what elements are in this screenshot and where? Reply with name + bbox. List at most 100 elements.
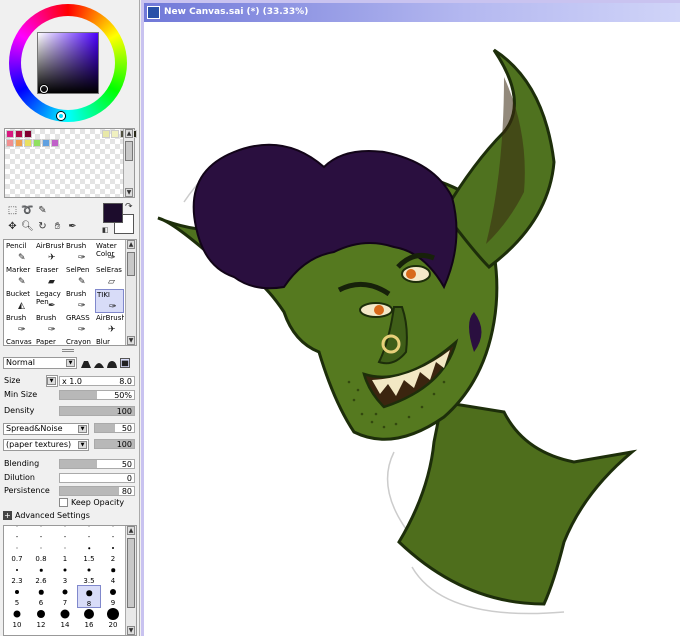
lasso-icon[interactable]: ➰ [21,204,34,217]
size-preset[interactable]: - [53,526,77,542]
saturation-value-box[interactable] [37,32,99,94]
brush-shape-square-icon[interactable] [120,358,130,368]
rotate-icon[interactable]: ↻ [36,220,49,233]
size-preset[interactable]: 5 [5,585,29,608]
color-swatch[interactable] [111,130,119,138]
reset-colors-icon[interactable]: ◧ [102,226,109,234]
tool-eraser[interactable]: Eraser ▰ [35,265,64,289]
scroll-thumb[interactable] [127,538,135,608]
tool-brush[interactable]: Brush ✑ [65,241,94,265]
size-preset[interactable]: 10 [5,607,29,630]
keep-opacity-checkbox[interactable] [59,498,68,507]
scroll-down-icon[interactable]: ▼ [127,336,135,345]
size-preset[interactable]: 8 [77,585,101,608]
eyedropper-icon[interactable]: ✒ [66,220,79,233]
tool-paper[interactable]: Paper✑ [35,337,64,345]
scroll-thumb[interactable] [127,252,135,276]
tool-grass[interactable]: GRASS ✑ [65,313,94,337]
scroll-up-icon[interactable]: ▲ [127,240,135,249]
scroll-up-icon[interactable]: ▲ [125,129,133,138]
size-preset[interactable]: 16 [77,607,101,630]
tool-airbrush[interactable]: AirBrush ✈ [35,241,64,265]
size-preset[interactable]: 1.5 [77,541,101,564]
tool-brush[interactable]: Brush ✑ [5,313,34,337]
tools-scrollbar[interactable]: ▲ ▼ [125,240,136,345]
size-preset[interactable]: 0.7 [5,541,29,564]
min-size-slider[interactable]: 50% [59,390,135,400]
brush-shape-flat-icon[interactable] [81,358,91,368]
brush-shape-round-icon[interactable] [94,358,104,368]
sv-marker[interactable] [40,85,48,93]
swatch-scrollbar[interactable]: ▲ ▼ [123,129,134,197]
tool-canvas[interactable]: Canvas✑ [5,337,34,345]
color-swatch[interactable] [15,130,23,138]
canvas-titlebar[interactable]: New Canvas.sai (*) (33.33%) [144,3,680,22]
tool-selpen[interactable]: SelPen ✎ [65,265,94,289]
hand-icon[interactable]: ✋︎ [51,220,64,233]
color-swatch[interactable] [51,139,59,147]
color-swatch[interactable] [24,139,32,147]
scroll-thumb[interactable] [125,141,133,161]
size-preset[interactable]: - [101,526,125,542]
color-swatch[interactable] [42,139,50,147]
move-icon[interactable]: ✥ [6,220,19,233]
tool-seleras[interactable]: SelEras ▱ [95,265,124,289]
paper-texture-strength-slider[interactable]: 100 [94,439,135,449]
size-preset[interactable]: 3.5 [77,563,101,586]
dilution-slider[interactable]: 0 [59,473,135,483]
size-preset[interactable]: 1 [53,541,77,564]
sizes-scrollbar[interactable]: ▲ ▼ [125,526,136,635]
chevron-down-icon[interactable]: ▼ [47,377,56,385]
scroll-down-icon[interactable]: ▼ [127,626,135,635]
tool-pencil[interactable]: Pencil ✎ [5,241,34,265]
size-preset[interactable]: 14 [53,607,77,630]
tool-airbrush[interactable]: AirBrush ✈ [95,313,124,337]
tool-marker[interactable]: Marker ✎ [5,265,34,289]
tool-crayon[interactable]: Crayon✏ [65,337,94,345]
swap-colors-icon[interactable]: ↷ [125,202,133,212]
density-slider[interactable]: 100 [59,406,135,416]
size-preset[interactable]: - [77,526,101,542]
chevron-down-icon[interactable]: ▼ [78,425,87,433]
chevron-down-icon[interactable]: ▼ [78,441,87,449]
size-preset[interactable]: - [5,526,29,542]
blending-slider[interactable]: 50 [59,459,135,469]
size-preset[interactable]: 12 [29,607,53,630]
size-preset[interactable]: 2.3 [5,563,29,586]
rect-select-icon[interactable]: ⬚ [6,204,19,217]
zoom-icon[interactable]: 🔍︎ [21,220,34,233]
texture-strength-slider[interactable]: 50 [94,423,135,433]
color-wheel[interactable] [7,4,131,122]
advanced-settings-toggle[interactable]: + Advanced Settings [3,511,90,520]
hue-marker[interactable] [57,112,65,120]
size-preset[interactable]: 4 [101,563,125,586]
color-swatch[interactable] [6,130,14,138]
tool-brush[interactable]: Brush ✑ [65,289,94,313]
expand-plus-icon[interactable]: + [3,511,12,520]
tool-brush[interactable]: Brush ✑ [35,313,64,337]
tool-water-color[interactable]: Water Color ✑ [95,241,124,265]
resize-grip[interactable] [62,349,74,352]
brush-shape-soft-icon[interactable] [107,358,117,368]
magic-wand-icon[interactable]: ✎ [36,204,49,217]
size-preset[interactable]: 9 [101,585,125,608]
size-preset[interactable]: 2 [101,541,125,564]
blend-mode-select[interactable]: Normal ▼ [3,357,77,369]
color-swatch[interactable] [24,130,32,138]
size-preset[interactable]: 3 [53,563,77,586]
drawing-canvas[interactable] [144,22,680,636]
tool-blur[interactable]: Blur✣ [95,337,124,345]
swatch-panel[interactable]: ▲ ▼ [4,128,137,198]
persistence-slider[interactable]: 80 [59,486,135,496]
tool-bucket[interactable]: Bucket ◭ [5,289,34,313]
size-preset[interactable]: - [29,526,53,542]
scroll-down-icon[interactable]: ▼ [125,188,133,197]
size-multiplier-dropdown[interactable]: ▼ [46,375,58,387]
size-preset[interactable]: 7 [53,585,77,608]
size-preset[interactable]: 20 [101,607,125,630]
size-preset[interactable]: 0.8 [29,541,53,564]
size-slider[interactable]: x 1.0 8.0 [59,376,135,386]
size-preset[interactable]: 6 [29,585,53,608]
color-swatch[interactable] [102,130,110,138]
color-swatch[interactable] [33,139,41,147]
